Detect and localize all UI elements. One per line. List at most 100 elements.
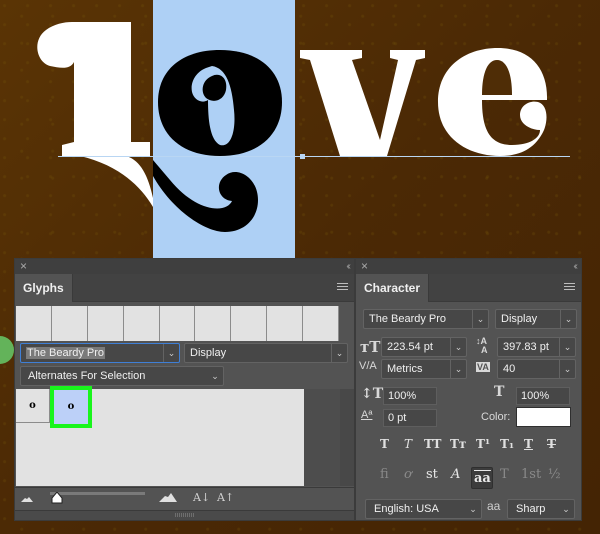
glyph-cell-selected[interactable]: o	[50, 386, 92, 428]
leading-field[interactable]: 397.83 pt ⌄	[497, 337, 576, 357]
glyph-cell[interactable]: o	[16, 389, 50, 423]
chevron-down-icon[interactable]: ⌄	[331, 344, 347, 362]
language-value: English: USA	[374, 503, 439, 515]
chevron-down-icon[interactable]: ⌄	[163, 344, 179, 362]
ligatures-button[interactable]: fi	[380, 467, 389, 482]
recent-glyph-cell[interactable]	[303, 306, 340, 341]
vertical-scale-field[interactable]: 100%	[383, 387, 437, 405]
tab-bar: Character	[356, 274, 581, 302]
font-style-dropdown[interactable]: Display ⌄	[495, 309, 577, 329]
small-caps-button[interactable]: Tт	[450, 437, 466, 451]
panel-titlebar[interactable]: × ‹‹	[15, 259, 354, 274]
chevron-down-icon[interactable]: ⌄	[558, 500, 574, 518]
tab-glyphs[interactable]: Glyphs	[15, 274, 73, 302]
chevron-down-icon[interactable]: ⌄	[465, 500, 481, 518]
grid-empty-area	[304, 389, 340, 486]
glyph-l	[37, 22, 150, 156]
antialias-value: Sharp	[516, 503, 546, 515]
all-caps-button[interactable]: TT	[424, 437, 441, 451]
recent-glyph-cell[interactable]	[267, 306, 304, 341]
horizontal-scale-field[interactable]: 100%	[516, 387, 570, 405]
tab-character[interactable]: Character	[356, 274, 430, 302]
increase-font-size-button[interactable]: A↑	[217, 491, 234, 504]
stylistic-alternates-button[interactable]: aa	[474, 471, 491, 486]
font-family-dropdown[interactable]: The Beardy Pro ⌄	[363, 309, 489, 329]
vertical-scale-icon: ↕T	[361, 386, 384, 402]
font-size-value: 223.54 pt	[387, 341, 433, 353]
leading-value: 397.83 pt	[503, 341, 549, 353]
tracking-icon: VA	[476, 362, 490, 372]
scrollbar[interactable]	[340, 389, 354, 486]
color-swatch[interactable]	[516, 407, 571, 427]
ordinals-button[interactable]: 1st	[521, 467, 541, 482]
baseline-shift-icon: Aª	[361, 409, 373, 421]
close-icon[interactable]: ×	[20, 259, 27, 274]
panel-menu-icon[interactable]	[337, 283, 348, 292]
superscript-button[interactable]: T¹	[476, 437, 490, 451]
love-text[interactable]	[0, 0, 600, 258]
glyph-l-tail	[80, 156, 153, 207]
kerning-dropdown[interactable]: Metrics ⌄	[381, 359, 467, 379]
zoom-slider-track[interactable]	[50, 492, 145, 495]
faux-bold-button[interactable]: T	[380, 437, 389, 451]
chevron-down-icon[interactable]: ⌄	[559, 338, 575, 356]
old-style-button[interactable]: ơ	[404, 467, 412, 482]
discretionary-ligatures-button[interactable]: st	[426, 467, 438, 482]
recent-glyph-cell[interactable]	[160, 306, 196, 341]
tracking-value: 40	[503, 363, 516, 375]
glyph-grid: o o	[16, 386, 304, 486]
character-panel: × ‹‹ Character The Beardy Pro ⌄ Display …	[355, 258, 582, 521]
font-style-dropdown[interactable]: Display ⌄	[184, 343, 348, 363]
antialias-dropdown[interactable]: Sharp ⌄	[507, 499, 575, 519]
underline-button[interactable]: T	[524, 437, 533, 451]
fractions-button[interactable]: ½	[548, 467, 561, 482]
recent-glyph-cell[interactable]	[231, 306, 268, 341]
panel-menu-icon[interactable]	[564, 283, 575, 292]
titling-alternates-button[interactable]: T	[500, 467, 509, 482]
chevron-down-icon[interactable]: ⌄	[560, 310, 576, 328]
tracking-dropdown[interactable]: 40 ⌄	[497, 359, 576, 379]
text-anchor-point[interactable]	[300, 154, 305, 159]
decrease-font-size-button[interactable]: A↓	[193, 491, 210, 504]
glyphs-panel: × ‹‹ Glyphs The Beardy Pro ⌄ Display ⌄ A…	[14, 258, 355, 521]
glyphs-footer: A↓ A↑	[15, 487, 354, 510]
collapse-icon[interactable]: ‹‹	[573, 259, 577, 274]
font-size-field[interactable]: 223.54 pt ⌄	[381, 337, 467, 357]
faux-italic-button[interactable]: T	[404, 437, 412, 451]
font-style-value: Display	[190, 347, 227, 359]
glyph-filter-value: Alternates For Selection	[28, 370, 146, 382]
kerning-value: Metrics	[387, 363, 423, 375]
glyph-o-tail	[153, 160, 258, 232]
font-family-input[interactable]: The Beardy Pro	[26, 347, 106, 359]
recent-glyph-cell[interactable]	[195, 306, 232, 341]
language-dropdown[interactable]: English: USA ⌄	[365, 499, 482, 519]
zoom-slider-thumb[interactable]	[51, 492, 63, 504]
chevron-down-icon[interactable]: ⌄	[559, 360, 575, 378]
font-style-value: Display	[501, 313, 538, 325]
document-canvas[interactable]	[0, 0, 600, 258]
chevron-down-icon[interactable]: ⌄	[450, 360, 466, 378]
collapse-icon[interactable]: ‹‹	[346, 259, 350, 274]
recent-glyph-cell[interactable]	[124, 306, 160, 341]
resize-handle[interactable]	[15, 510, 354, 520]
recent-glyph-cell[interactable]	[88, 306, 124, 341]
chevron-down-icon[interactable]: ⌄	[207, 367, 223, 385]
font-family-value: The Beardy Pro	[369, 313, 447, 325]
glyph-filter-dropdown[interactable]: Alternates For Selection ⌄	[20, 366, 224, 386]
strikethrough-button[interactable]: T	[547, 437, 556, 451]
font-family-dropdown[interactable]: The Beardy Pro ⌄	[20, 343, 180, 363]
font-size-icon: ᴛT	[360, 338, 381, 356]
close-icon[interactable]: ×	[361, 259, 368, 274]
recent-glyph-cell[interactable]	[52, 306, 88, 341]
swash-button[interactable]: A	[451, 467, 460, 482]
large-mountain-icon[interactable]	[159, 493, 177, 502]
baseline-shift-field[interactable]: 0 pt	[383, 409, 437, 427]
leading-icon: ↕A A	[476, 336, 488, 355]
tab-bar: Glyphs	[15, 274, 354, 302]
small-mountain-icon[interactable]	[21, 496, 33, 502]
recent-glyph-cell[interactable]	[16, 306, 52, 341]
subscript-button[interactable]: T₁	[500, 437, 514, 451]
chevron-down-icon[interactable]: ⌄	[472, 310, 488, 328]
panel-titlebar[interactable]: × ‹‹	[356, 259, 581, 274]
chevron-down-icon[interactable]: ⌄	[450, 338, 466, 356]
